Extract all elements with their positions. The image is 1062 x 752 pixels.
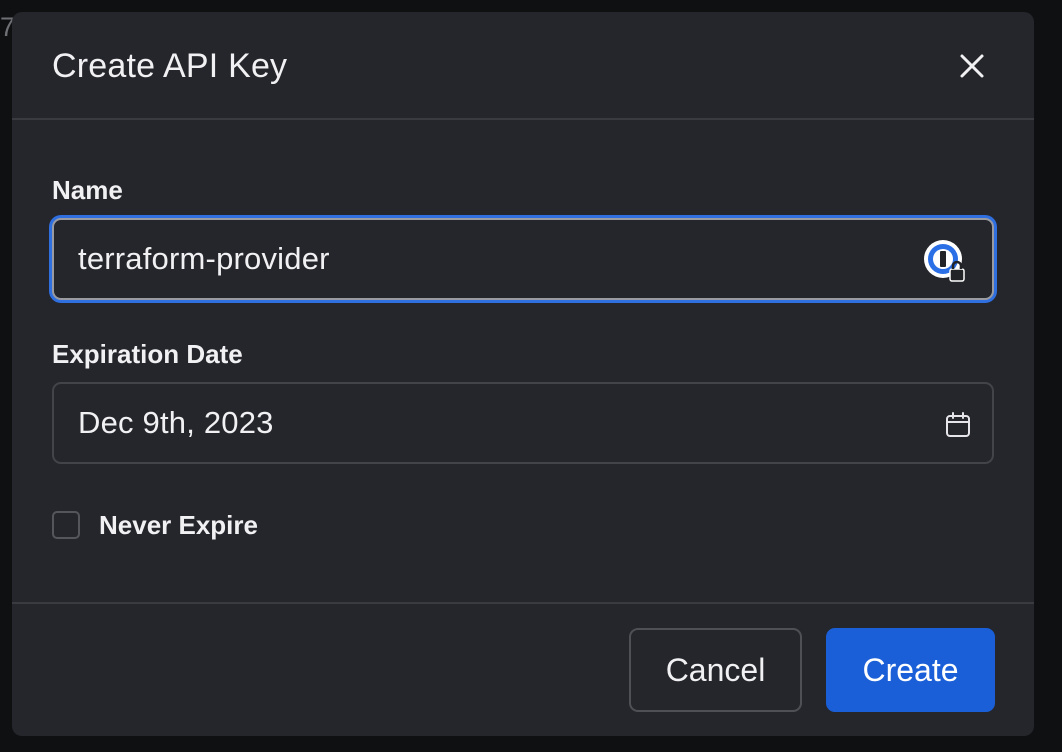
never-expire-label[interactable]: Never Expire <box>99 510 258 541</box>
calendar-icon[interactable] <box>944 411 972 439</box>
dialog-header: Create API Key <box>12 12 1034 120</box>
create-button[interactable]: Create <box>826 628 995 712</box>
expiration-date-input[interactable]: Dec 9th, 2023 <box>52 382 994 464</box>
dialog-title: Create API Key <box>52 47 288 85</box>
name-input-value: terraform-provider <box>78 241 330 276</box>
expiration-date-label: Expiration Date <box>52 339 243 369</box>
cancel-button[interactable]: Cancel <box>629 628 802 712</box>
close-icon <box>960 54 984 78</box>
never-expire-row[interactable]: Never Expire <box>52 509 258 541</box>
footer-divider <box>12 602 1034 604</box>
close-button[interactable] <box>958 52 986 80</box>
password-manager-icon[interactable] <box>922 238 968 284</box>
never-expire-checkbox[interactable] <box>52 511 80 539</box>
name-label: Name <box>52 175 123 205</box>
expiration-date-value: Dec 9th, 2023 <box>78 405 274 440</box>
create-api-key-dialog: Create API Key Name terraform-provider E… <box>12 12 1034 736</box>
name-input[interactable]: terraform-provider <box>52 218 994 300</box>
